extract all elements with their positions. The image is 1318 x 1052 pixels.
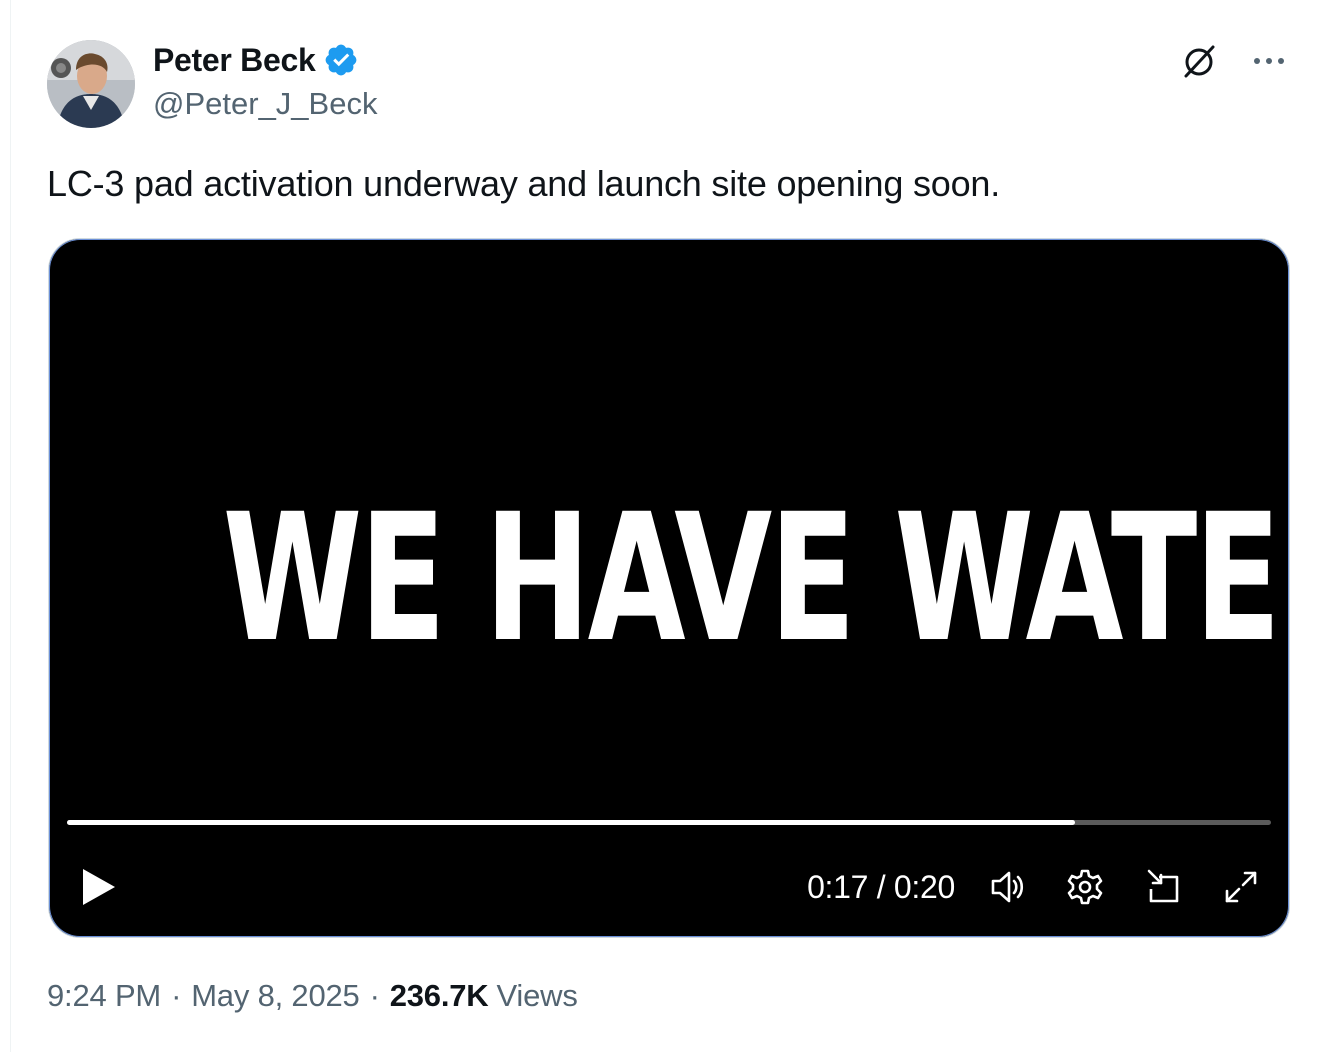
fullscreen-icon[interactable] [1221, 867, 1261, 907]
avatar[interactable] [47, 40, 135, 128]
tweet-text: LC-3 pad activation underway and launch … [47, 163, 1001, 204]
views-count[interactable]: 236.7K [390, 978, 489, 1014]
tweet-meta: 9:24 PM · May 8, 2025 · 236.7K Views [47, 978, 578, 1014]
volume-icon[interactable] [987, 867, 1027, 907]
tweet-card: Peter Beck @Peter_J_Beck LC-3 pad activa… [10, 0, 1318, 1052]
video-progress-bar[interactable] [67, 820, 1271, 825]
meta-separator: · [171, 978, 182, 1013]
meta-separator: · [369, 978, 380, 1013]
tweet-header-actions [1178, 40, 1290, 82]
video-frame-caption: WE HAVE WATER [222, 476, 1290, 681]
video-player[interactable]: WE HAVE WATER 0:17 / 0:20 [48, 238, 1290, 938]
grok-slash-circle-icon[interactable] [1178, 40, 1220, 82]
more-horizontal-icon[interactable] [1248, 40, 1290, 82]
play-icon[interactable] [77, 865, 121, 909]
settings-icon[interactable] [1065, 867, 1105, 907]
tweet-time[interactable]: 9:24 PM [47, 978, 161, 1014]
author-display-name[interactable]: Peter Beck [153, 42, 316, 79]
verified-badge-icon[interactable] [323, 42, 359, 78]
video-progress-fill [67, 820, 1075, 825]
tweet-date[interactable]: May 8, 2025 [191, 978, 360, 1014]
author-name-row: Peter Beck [153, 40, 359, 80]
video-controls: 0:17 / 0:20 [49, 865, 1289, 909]
author-handle[interactable]: @Peter_J_Beck [153, 86, 377, 122]
video-time-display: 0:17 / 0:20 [807, 869, 955, 905]
views-label: Views [496, 978, 578, 1013]
pip-icon[interactable] [1143, 867, 1183, 907]
